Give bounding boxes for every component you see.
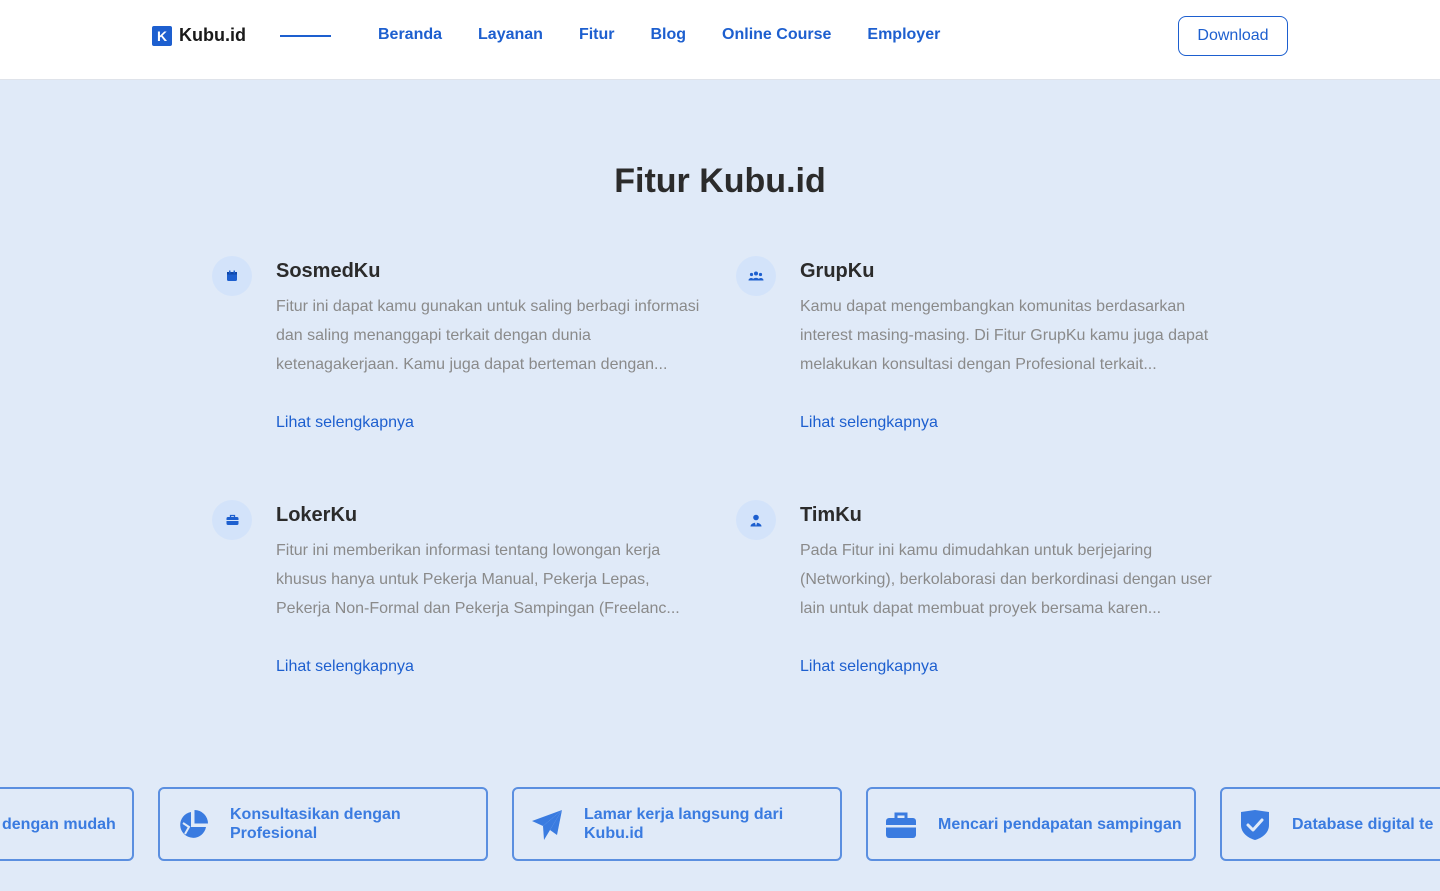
pie-chart-icon bbox=[176, 808, 210, 842]
group-icon bbox=[736, 256, 776, 296]
highlight-label: Lamar kerja langsung dari Kubu.id bbox=[584, 806, 784, 842]
brand-logo[interactable]: K Kubu.id bbox=[152, 25, 246, 46]
logo-mark-icon: K bbox=[152, 25, 172, 46]
highlight-chip: Database digital te bbox=[1220, 787, 1440, 861]
nav-link-employer[interactable]: Employer bbox=[867, 26, 940, 44]
highlight-label: Konsultasikan dengan Profesional bbox=[230, 806, 401, 842]
feature-title: GrupKu bbox=[800, 260, 875, 282]
feature-read-more-link[interactable]: Lihat selengkapnya bbox=[276, 414, 700, 432]
nav-divider-line bbox=[280, 35, 331, 37]
nav-link-blog[interactable]: Blog bbox=[651, 26, 687, 44]
nav-link-layanan[interactable]: Layanan bbox=[478, 26, 543, 44]
feature-description: Kamu dapat mengembangkan komunitas berda… bbox=[800, 298, 1209, 373]
section-title: Fitur Kubu.id bbox=[614, 162, 826, 200]
logo-text: Kubu.id bbox=[179, 25, 246, 45]
feature-title: LokerKu bbox=[276, 504, 358, 526]
paper-plane-icon bbox=[530, 808, 564, 842]
briefcase-icon bbox=[884, 808, 918, 842]
highlight-chip: Mencari pendapatan sampingan bbox=[866, 787, 1196, 861]
briefcase-icon bbox=[212, 500, 252, 540]
highlights-marquee: dengan mudah Konsultasikan dengan Profes… bbox=[0, 787, 1440, 863]
nav-link-beranda[interactable]: Beranda bbox=[378, 26, 442, 44]
main-nav: Beranda Layanan Fitur Blog Online Course… bbox=[378, 26, 940, 44]
highlight-label: Database digital te bbox=[1292, 815, 1434, 833]
nav-link-online-course[interactable]: Online Course bbox=[722, 26, 831, 44]
highlight-chip: Lamar kerja langsung dari Kubu.id bbox=[512, 787, 842, 861]
highlight-chip: Konsultasikan dengan Profesional bbox=[158, 787, 488, 861]
download-button[interactable]: Download bbox=[1178, 16, 1288, 56]
shield-check-icon bbox=[1238, 808, 1272, 842]
calendar-icon bbox=[212, 256, 252, 296]
feature-title: TimKu bbox=[800, 504, 862, 526]
feature-read-more-link[interactable]: Lihat selengkapnya bbox=[276, 658, 700, 676]
feature-description: Pada Fitur ini kamu dimudahkan untuk ber… bbox=[800, 542, 1212, 617]
highlight-label: dengan mudah bbox=[2, 815, 116, 833]
nav-link-fitur[interactable]: Fitur bbox=[579, 26, 615, 44]
feature-read-more-link[interactable]: Lihat selengkapnya bbox=[800, 658, 1224, 676]
feature-title: SosmedKu bbox=[276, 260, 381, 282]
user-tie-icon bbox=[736, 500, 776, 540]
top-navbar: K Kubu.id Beranda Layanan Fitur Blog Onl… bbox=[0, 0, 1440, 80]
highlight-chip: dengan mudah bbox=[0, 787, 134, 861]
highlight-label: Mencari pendapatan sampingan bbox=[938, 815, 1182, 833]
feature-read-more-link[interactable]: Lihat selengkapnya bbox=[800, 414, 1224, 432]
feature-description: Fitur ini memberikan informasi tentang l… bbox=[276, 542, 680, 617]
feature-description: Fitur ini dapat kamu gunakan untuk salin… bbox=[276, 298, 700, 373]
